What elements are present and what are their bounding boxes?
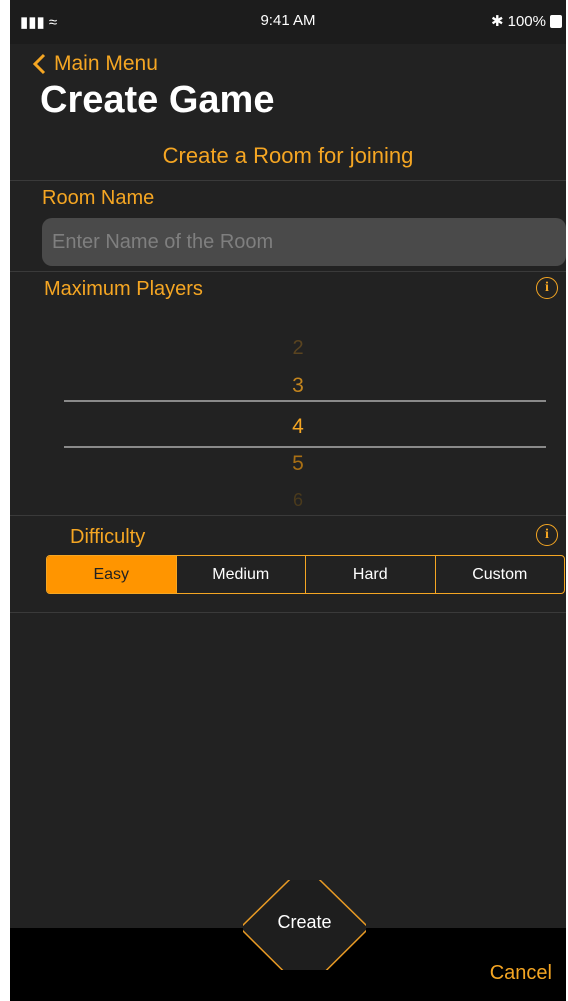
back-button[interactable]: Main Menu (32, 52, 158, 76)
segment-custom[interactable]: Custom (434, 556, 565, 593)
max-players-label: Maximum Players (44, 278, 203, 300)
divider (10, 515, 566, 516)
picker-option[interactable]: 6 (10, 490, 566, 511)
difficulty-info-icon[interactable]: i (536, 524, 558, 546)
back-label: Main Menu (54, 52, 158, 75)
cancel-button[interactable]: Cancel (490, 962, 552, 985)
create-label[interactable]: Create (243, 912, 366, 933)
room-name-label: Room Name (42, 187, 155, 209)
picker-option[interactable]: 2 (10, 337, 566, 360)
page-subtitle: Create a Room for joining (162, 143, 414, 168)
status-bar: ▮▮▮ ≈ 9:41 AM ✱ 100% (10, 0, 566, 44)
difficulty-label: Difficulty (70, 526, 146, 548)
picker-option-selected[interactable]: 4 (10, 415, 566, 439)
divider (10, 180, 566, 181)
segment-medium[interactable]: Medium (175, 556, 306, 593)
page-title: Create Game (40, 79, 275, 121)
status-time: 9:41 AM (260, 12, 316, 29)
battery-indicator: ✱ 100% (491, 12, 562, 30)
picker-option[interactable]: 3 (10, 374, 566, 398)
app-screen: ▮▮▮ ≈ 9:41 AM ✱ 100% Main Menu Create Ga… (10, 0, 566, 1001)
chevron-left-icon (32, 53, 46, 75)
divider (10, 612, 566, 613)
segment-hard[interactable]: Hard (305, 556, 435, 593)
divider (10, 271, 566, 272)
picker-option[interactable]: 5 (10, 452, 566, 476)
bluetooth-icon: ✱ (491, 13, 504, 30)
battery-percent: 100% (507, 12, 546, 30)
picker-selection-line (64, 400, 546, 402)
max-players-info-icon[interactable]: i (536, 277, 558, 299)
picker-selection-line (64, 446, 546, 448)
difficulty-segmented-control: Easy Medium Hard Custom (46, 555, 565, 594)
segment-easy[interactable]: Easy (47, 556, 176, 593)
battery-icon (550, 14, 562, 28)
room-name-input[interactable] (42, 218, 566, 266)
